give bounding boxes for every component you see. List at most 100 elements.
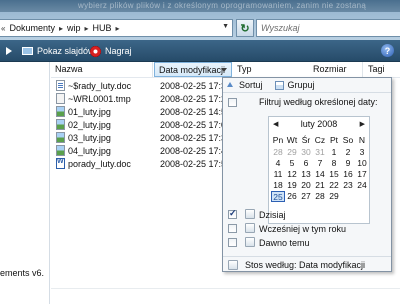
word-doc-icon (56, 158, 65, 169)
file-date: 2008-02-25 17:33 (160, 132, 232, 143)
calendar-day[interactable]: 23 (341, 180, 355, 191)
group-button[interactable]: Grupuj (288, 80, 315, 90)
image-icon (56, 119, 65, 130)
calendar-day[interactable]: 28 (271, 147, 285, 158)
breadcrumb-hub[interactable]: HUB (90, 23, 115, 33)
calendar-day[interactable]: 10 (355, 158, 369, 169)
option-long-ago-label[interactable]: Dawno temu (259, 238, 310, 248)
calendar-day[interactable]: 26 (285, 191, 299, 202)
file-name: ~$rady_luty.doc (68, 80, 132, 91)
help-icon: ? (384, 45, 391, 56)
help-button[interactable]: ? (381, 44, 394, 57)
file-row[interactable]: ~$rady_luty.doc 2008-02-25 17:30 (52, 79, 231, 92)
filter-dropdown-arrow-icon[interactable] (221, 68, 227, 72)
column-header-date-modified[interactable]: Data modyfikacji (154, 62, 232, 77)
stack-by-row[interactable]: Stos według: Data modyfikacji (223, 256, 391, 272)
slideshow-label: Pokaz slajdów (37, 46, 95, 56)
search-input[interactable]: Wyszukaj (256, 19, 400, 37)
breadcrumb-wip[interactable]: wip (64, 23, 84, 33)
file-row[interactable]: 02_luty.jpg 2008-02-25 17:01 (52, 118, 231, 131)
file-row[interactable]: porady_luty.doc 2008-02-25 17:56 (52, 157, 231, 170)
file-row[interactable]: ~WRL0001.tmp 2008-02-25 17:29 (52, 92, 231, 105)
burn-label: Nagraj (105, 46, 132, 56)
calendar-day[interactable]: 21 (313, 180, 327, 191)
column-header-type[interactable]: Typ (233, 62, 311, 77)
calendar-day[interactable]: 13 (299, 169, 313, 180)
calendar-day[interactable]: 19 (285, 180, 299, 191)
organize-arrow-button[interactable] (6, 44, 12, 58)
date-group-icon (245, 237, 255, 247)
calendar-day[interactable]: 14 (313, 169, 327, 180)
nav-pane-item-fragment[interactable]: ements v6. (0, 268, 44, 278)
file-row[interactable]: 03_luty.jpg 2008-02-25 17:33 (52, 131, 231, 144)
long-ago-checkbox[interactable] (228, 238, 237, 247)
calendar-day-today[interactable]: 25 (271, 191, 285, 202)
column-header-name[interactable]: Nazwa (51, 62, 153, 77)
calendar-day[interactable]: 24 (355, 180, 369, 191)
burn-button[interactable]: Nagraj (90, 44, 132, 58)
earlier-this-year-checkbox[interactable] (228, 224, 237, 233)
calendar-day[interactable]: 9 (341, 158, 355, 169)
slideshow-icon (22, 47, 33, 55)
title-strip-text: wybierz plików plików i z określonym opr… (78, 1, 367, 10)
address-dropdown-icon[interactable]: ▼ (222, 23, 229, 30)
calendar-day[interactable]: 30 (299, 147, 313, 158)
column-header-size[interactable]: Rozmiar (311, 62, 363, 77)
date-group-icon (245, 223, 255, 233)
calendar-day[interactable]: 17 (355, 169, 369, 180)
title-strip: wybierz plików plików i z określonym opr… (0, 0, 400, 12)
calendar-day[interactable]: 31 (313, 147, 327, 158)
image-icon (56, 145, 65, 156)
stack-by-label[interactable]: Stos według: Data modyfikacji (245, 260, 365, 270)
calendar-day[interactable]: 28 (313, 191, 327, 202)
sort-button[interactable]: Sortuj (239, 80, 263, 90)
calendar-day[interactable]: 8 (327, 158, 341, 169)
doc-icon (56, 80, 65, 91)
file-date: 2008-02-25 14:58 (160, 106, 232, 117)
file-name: 01_luty.jpg (68, 106, 111, 117)
group-icon[interactable] (274, 80, 284, 90)
column-date-label: Data modyfikacji (159, 65, 226, 75)
option-earlier-label[interactable]: Wcześniej w tym roku (259, 224, 346, 234)
today-checkbox[interactable] (228, 208, 237, 219)
calendar-next-icon[interactable]: ▶ (360, 120, 365, 128)
calendar-day[interactable]: 18 (271, 180, 285, 191)
horizontal-scrollbar[interactable] (51, 288, 400, 304)
calendar-day[interactable]: 1 (327, 147, 341, 158)
file-row[interactable]: 01_luty.jpg 2008-02-25 14:58 (52, 105, 231, 118)
chevron-right-icon[interactable]: ▸ (115, 24, 121, 33)
calendar-day[interactable]: 22 (327, 180, 341, 191)
address-bar[interactable]: « Dokumenty ▸ wip ▸ HUB ▸ ▼ (0, 19, 233, 37)
column-tags-label: Tagi (368, 64, 385, 74)
calendar-day[interactable]: 2 (341, 147, 355, 158)
calendar-day[interactable]: 16 (341, 169, 355, 180)
sort-icon[interactable] (226, 81, 235, 89)
refresh-button[interactable]: ↻ (236, 19, 254, 37)
calendar: ◀ luty 2008 ▶ Pn Wt Śr Cz Pt So N 28 29 30 31 1 2 3 4… (268, 116, 370, 224)
calendar-day[interactable]: 6 (299, 158, 313, 169)
calendar-day[interactable]: 12 (285, 169, 299, 180)
calendar-month-label[interactable]: luty 2008 (269, 119, 369, 131)
calendar-day[interactable]: 7 (313, 158, 327, 169)
slideshow-button[interactable]: Pokaz slajdów (22, 44, 95, 58)
filter-date-checkbox[interactable] (228, 98, 237, 107)
calendar-day[interactable]: 20 (299, 180, 313, 191)
breadcrumb-dokumenty[interactable]: Dokumenty (6, 23, 58, 33)
search-placeholder: Wyszukaj (261, 23, 300, 33)
weekday-label: Cz (314, 135, 326, 145)
calendar-day[interactable]: 15 (327, 169, 341, 180)
option-today-label[interactable]: Dzisiaj (259, 210, 286, 220)
calendar-day[interactable]: 4 (271, 158, 285, 169)
column-header-tags[interactable]: Tagi (364, 62, 400, 77)
calendar-day[interactable]: 29 (327, 191, 341, 202)
file-row[interactable]: 04_luty.jpg 2008-02-25 17:44 (52, 144, 231, 157)
tmp-icon (56, 93, 65, 104)
calendar-day[interactable]: 11 (271, 169, 285, 180)
calendar-day[interactable]: 29 (285, 147, 299, 158)
calendar-day[interactable]: 3 (355, 147, 369, 158)
calendar-day[interactable]: 5 (285, 158, 299, 169)
calendar-day[interactable]: 27 (299, 191, 313, 202)
navigation-pane[interactable]: ements v6. (0, 62, 50, 304)
file-name: ~WRL0001.tmp (68, 93, 131, 104)
date-filter-panel: Sortuj Grupuj Filtruj według określonej … (222, 77, 392, 272)
